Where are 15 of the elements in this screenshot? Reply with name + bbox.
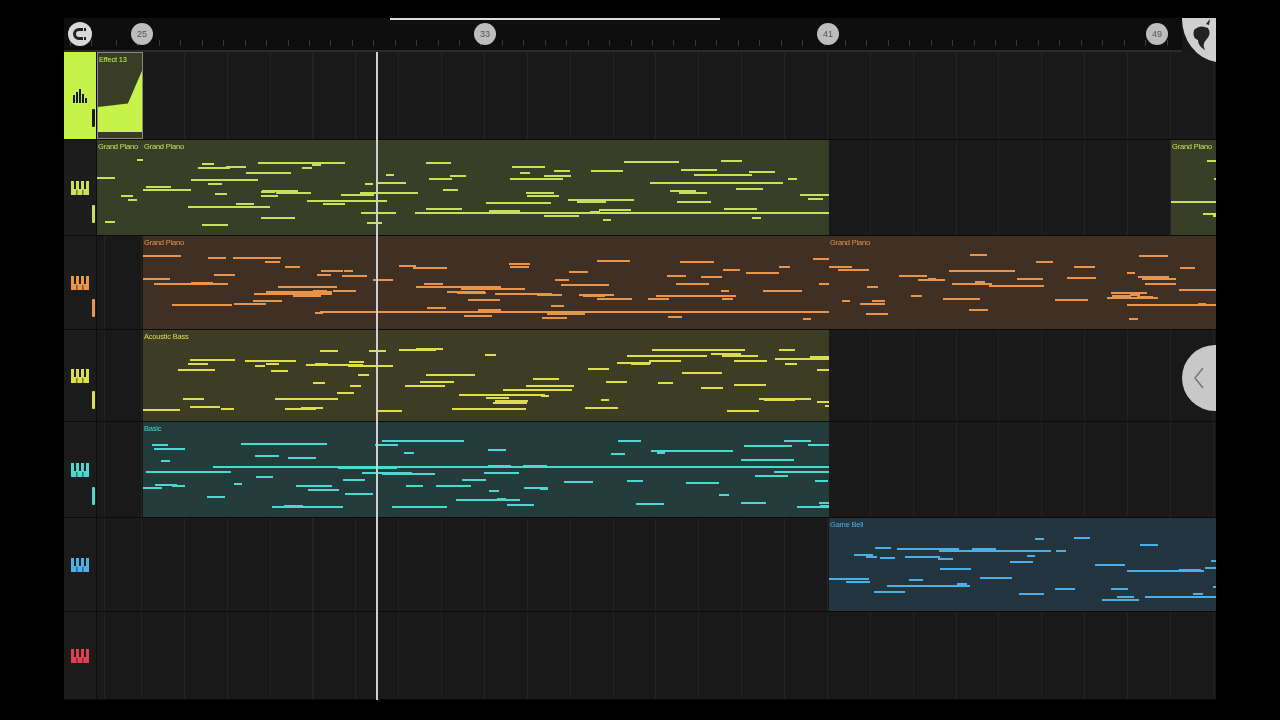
timeline-ruler[interactable]: 25 33 41 49 <box>64 18 1182 52</box>
piano-keys-icon <box>71 648 89 663</box>
bar-marker[interactable]: 25 <box>131 23 153 45</box>
bar-marker[interactable]: 33 <box>474 23 496 45</box>
piano-keys-icon <box>71 557 89 572</box>
magnet-icon[interactable] <box>68 22 92 46</box>
piano-keys-icon <box>71 275 89 290</box>
piano-keys-icon <box>71 180 89 195</box>
bar-marker[interactable]: 41 <box>817 23 839 45</box>
chevron-left-icon <box>1194 367 1204 389</box>
midi-notes-drawing <box>1171 160 1216 217</box>
equalizer-icon <box>71 88 89 103</box>
piano-keys-icon <box>71 462 89 477</box>
piano-keys-icon <box>71 368 89 383</box>
bar-marker[interactable]: 49 <box>1146 23 1168 45</box>
